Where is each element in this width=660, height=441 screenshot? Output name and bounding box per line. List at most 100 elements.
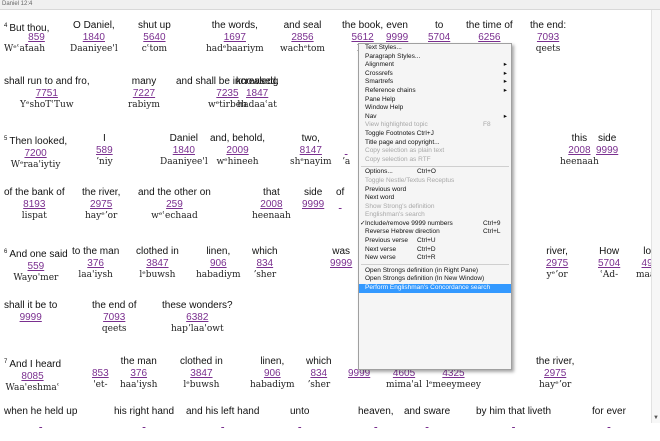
strongs-number-link[interactable]: 7751 — [4, 88, 90, 100]
word-cell[interactable]: ʼa — [342, 133, 350, 168]
strongs-number-link[interactable]: 7093 — [530, 32, 566, 44]
word-cell[interactable]: these wonders? 6382 hapʼlaa'owt — [162, 300, 233, 335]
word-cell[interactable]: clothed in 3847 lᵉbuwsh — [136, 246, 179, 281]
menu-item[interactable]: Previous word — [359, 186, 511, 195]
strongs-number-link[interactable]: 834 — [306, 368, 332, 380]
scroll-down-icon[interactable]: ▼ — [653, 415, 659, 421]
strongs-number-link[interactable]: 3847 — [136, 258, 179, 270]
menu-item[interactable]: Toggle Footnotes Ctrl+J — [359, 130, 511, 139]
strongs-number-link[interactable] — [186, 418, 259, 430]
menu-item[interactable]: ✓ Include/remove 9999 numbers Ctrl+9 — [359, 220, 511, 229]
word-cell[interactable]: and his left hand — [186, 406, 259, 441]
menu-item[interactable]: Pane Help — [359, 96, 511, 105]
menu-item[interactable]: Next word — [359, 194, 511, 203]
menu-item[interactable]: Open Strongs definition (in Right Pane) — [359, 267, 511, 276]
word-cell[interactable]: the end of 7093 qeets — [92, 300, 136, 335]
word-cell[interactable]: his right hand — [114, 406, 174, 441]
strongs-number-link[interactable]: 7200 — [4, 148, 67, 160]
strongs-number-link[interactable]: 9999 — [302, 199, 324, 211]
word-cell[interactable]: linen, 906 habadiym — [250, 356, 295, 391]
strongs-number-link[interactable]: 1840 — [160, 145, 208, 157]
word-cell[interactable]: when he held up — [4, 406, 77, 441]
strongs-number-link[interactable]: 2009 — [210, 145, 265, 157]
menu-item[interactable]: Reverse Hebrew direction Ctrl+L — [359, 228, 511, 237]
strongs-number-link[interactable] — [114, 418, 174, 430]
menu-item[interactable]: Smartrefs ▸ — [359, 78, 511, 87]
strongs-number-link[interactable]: 2856 — [280, 32, 325, 44]
strongs-number-link[interactable]: 376 — [120, 368, 157, 380]
menu-item[interactable]: Perform Englishman's Concordance search — [359, 284, 511, 293]
word-cell[interactable]: many 7227 rabiym — [128, 76, 160, 111]
menu-item[interactable]: Nav ▸ — [359, 113, 511, 122]
strongs-number-link[interactable] — [4, 418, 77, 430]
strongs-number-link[interactable]: 9999 — [596, 145, 618, 157]
word-cell[interactable]: shall it be to 9999 — [4, 300, 57, 335]
strongs-number-link[interactable]: 8085 — [4, 371, 61, 383]
strongs-number-link[interactable]: 5640 — [138, 32, 171, 44]
word-cell[interactable]: shut up 5640 cʿtom — [138, 20, 171, 55]
word-cell[interactable]: clothed in 3847 lᵉbuwsh — [180, 356, 223, 391]
strongs-number-link[interactable]: 6382 — [162, 312, 233, 324]
word-cell[interactable]: the words, 1697 hadᵉbaariym — [206, 20, 264, 55]
strongs-number-link[interactable]: 2008 — [252, 199, 291, 211]
menu-item[interactable]: Reference chains ▸ — [359, 87, 511, 96]
menu-item[interactable]: Paragraph Styles... — [359, 53, 511, 62]
word-cell[interactable]: of the bank of 8193 lispat — [4, 187, 65, 222]
strongs-number-link[interactable]: 2975 — [536, 368, 574, 380]
strongs-number-link[interactable]: 853 — [92, 368, 109, 380]
word-cell[interactable]: two, 8147 shᵉnayim — [290, 133, 332, 168]
word-cell[interactable]: of — [336, 187, 344, 222]
strongs-number-link[interactable]: 7227 — [128, 88, 160, 100]
word-cell[interactable]: Daniel 1840 Daaniyee'l — [160, 133, 208, 168]
word-cell[interactable]: the river, 2975 hayᵉʼor — [82, 187, 120, 222]
word-cell[interactable]: side 9999 — [302, 187, 324, 222]
word-cell[interactable]: river, 2975 yᵉʼor — [546, 246, 568, 281]
word-cell[interactable]: which 834 ʼsher — [252, 246, 278, 281]
menu-item[interactable]: Options... Ctrl+O — [359, 168, 511, 177]
word-cell[interactable]: 5 Then looked, 7200 Wᵉraa'iytiy — [4, 133, 67, 171]
word-cell[interactable]: O Daniel, 1840 Daaniyee'l — [70, 20, 118, 55]
menu-item[interactable]: Text Styles... — [359, 44, 511, 53]
word-cell[interactable]: the man 376 haa'iysh — [120, 356, 157, 391]
strongs-number-link[interactable]: 2975 — [546, 258, 568, 270]
menu-item[interactable]: Crossrefs ▸ — [359, 70, 511, 79]
strongs-number-link[interactable]: 1697 — [206, 32, 264, 44]
menu-item[interactable]: Title page and copyright... — [359, 139, 511, 148]
menu-item[interactable]: New verse Ctrl+R — [359, 254, 511, 263]
word-cell[interactable]: and the other on 259 wᵉʿechaad — [138, 187, 211, 222]
word-cell[interactable]: side 9999 — [596, 133, 618, 168]
word-cell[interactable]: and, behold, 2009 wᵉhineeh — [210, 133, 265, 168]
strongs-number-link[interactable] — [404, 418, 450, 430]
menu-item[interactable]: Open Strongs definition (In New Window) — [359, 275, 511, 284]
word-cell[interactable]: shall run to and fro, 7751 YᵉshoTʿTuw — [4, 76, 90, 111]
word-cell[interactable]: 853'et- — [92, 356, 109, 391]
word-cell[interactable]: to the man 376 laa'iysh — [72, 246, 119, 281]
word-cell[interactable]: for ever — [592, 406, 626, 441]
strongs-number-link[interactable] — [336, 199, 344, 211]
word-cell[interactable]: and seal 2856 wachᵉtom — [280, 20, 325, 55]
strongs-number-link[interactable]: 8193 — [4, 199, 65, 211]
strongs-number-link[interactable] — [592, 418, 626, 430]
vertical-scrollbar[interactable]: ▼ — [651, 10, 660, 423]
word-cell[interactable]: 859 Wᵉʿataah — [4, 32, 45, 55]
strongs-number-link[interactable]: 9999 — [4, 312, 57, 324]
strongs-number-link[interactable]: 2008 — [560, 145, 599, 157]
strongs-number-link[interactable] — [476, 418, 551, 430]
word-cell[interactable]: was 9999 — [330, 246, 352, 281]
menu-item[interactable]: Previous verse Ctrl+U — [359, 237, 511, 246]
strongs-number-link[interactable]: 9999 — [330, 258, 352, 270]
strongs-number-link[interactable]: 1840 — [70, 32, 118, 44]
strongs-number-link[interactable]: 3847 — [180, 368, 223, 380]
strongs-number-link[interactable] — [290, 418, 309, 430]
word-cell[interactable]: knowledg 1847 hadaaʿat — [236, 76, 278, 111]
menu-item[interactable]: Window Help — [359, 104, 511, 113]
word-cell[interactable]: 7 And I heard 8085 Waa'eshmaʿ — [4, 356, 61, 394]
strongs-number-link[interactable]: 376 — [72, 258, 119, 270]
strongs-number-link[interactable]: 589 — [96, 145, 113, 157]
strongs-number-link[interactable]: 834 — [252, 258, 278, 270]
strongs-number-link[interactable]: 2975 — [82, 199, 120, 211]
strongs-number-link[interactable]: 259 — [138, 199, 211, 211]
strongs-number-link[interactable] — [342, 145, 350, 157]
word-cell[interactable]: 6 And one said 559 Wayo'mer — [4, 246, 68, 284]
word-cell[interactable]: this 2008 heenaah — [560, 133, 599, 168]
